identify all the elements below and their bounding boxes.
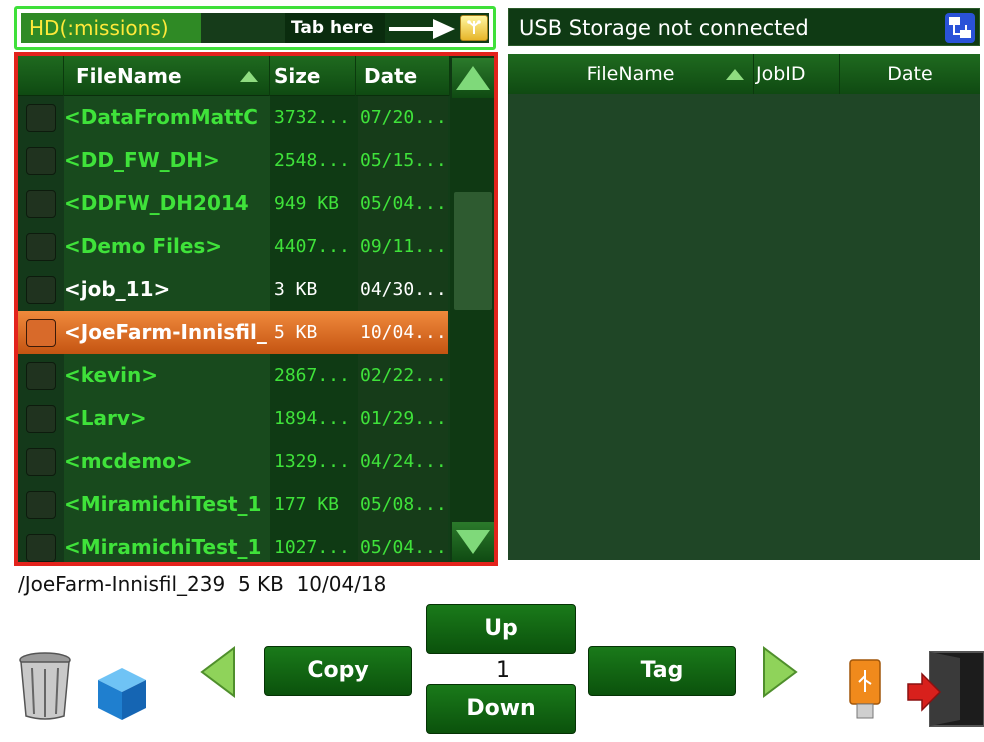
- usb-header-jobid[interactable]: JobID: [754, 54, 840, 94]
- file-size: 1894...: [274, 408, 350, 429]
- tab-hint-label: Tab here: [285, 13, 385, 43]
- triangle-up-icon: [456, 66, 490, 90]
- usb-status-label: USB Storage not connected: [519, 16, 809, 40]
- usb-list-header: FileName JobID Date: [508, 54, 980, 94]
- file-row[interactable]: <DDFW_DH2014 949 KB 05/04...: [18, 182, 448, 225]
- file-name: <job_11>: [64, 277, 171, 301]
- file-date: 05/08...: [360, 494, 447, 515]
- left-arrow-icon[interactable]: [200, 646, 236, 702]
- row-checkbox[interactable]: [26, 491, 56, 519]
- triangle-down-icon: [456, 530, 490, 554]
- file-date: 01/29...: [360, 408, 447, 429]
- file-row[interactable]: <JoeFarm-Innisfil_ 5 KB 10/04...: [18, 311, 448, 354]
- file-date: 05/04...: [360, 537, 447, 558]
- hd-drive-bar[interactable]: HD(:missions) Tab here: [14, 6, 496, 50]
- file-row[interactable]: <kevin> 2867... 02/22...: [18, 354, 448, 397]
- row-checkbox[interactable]: [26, 405, 56, 433]
- file-size: 3 KB: [274, 279, 318, 300]
- file-row[interactable]: <DD_FW_DH> 2548... 05/15...: [18, 139, 448, 182]
- row-checkbox[interactable]: [26, 448, 56, 476]
- file-size: 177 KB: [274, 494, 340, 515]
- usb-drive-icon[interactable]: [848, 658, 882, 724]
- file-date: 02/22...: [360, 365, 447, 386]
- cube-icon[interactable]: [96, 666, 148, 726]
- up-button[interactable]: Up: [426, 604, 576, 654]
- sort-ascending-icon: [240, 71, 258, 82]
- file-row[interactable]: <DataFromMattC 3732... 07/20...: [18, 96, 448, 139]
- file-size: 1329...: [274, 451, 350, 472]
- row-checkbox[interactable]: [26, 233, 56, 261]
- file-row[interactable]: <Larv> 1894... 01/29...: [18, 397, 448, 440]
- file-date: 05/15...: [360, 150, 447, 171]
- file-name: <DD_FW_DH>: [64, 148, 220, 172]
- file-date: 10/04...: [360, 322, 447, 343]
- arrow-right-icon: [389, 19, 455, 39]
- copy-button[interactable]: Copy: [264, 646, 412, 696]
- file-name: <MiramichiTest_1: [64, 535, 262, 559]
- file-size: 4407...: [274, 236, 350, 257]
- header-size[interactable]: Size: [270, 56, 356, 96]
- row-checkbox[interactable]: [26, 147, 56, 175]
- exit-door-icon[interactable]: [904, 650, 984, 732]
- file-date: 09/11...: [360, 236, 447, 257]
- file-row[interactable]: <MiramichiTest_1 177 KB 05/08...: [18, 483, 448, 526]
- row-checkbox[interactable]: [26, 104, 56, 132]
- selected-file-status: /JoeFarm-Innisfil_239 5 KB 10/04/18: [18, 572, 387, 596]
- file-name: <Larv>: [64, 406, 147, 430]
- file-name: <Demo Files>: [64, 234, 223, 258]
- file-name: <MiramichiTest_1: [64, 492, 262, 516]
- sort-ascending-icon: [726, 69, 744, 80]
- row-checkbox[interactable]: [26, 534, 56, 562]
- row-checkbox[interactable]: [26, 362, 56, 390]
- header-check-cell: [18, 56, 64, 96]
- header-filename-label: FileName: [76, 64, 182, 88]
- down-button[interactable]: Down: [426, 684, 576, 734]
- file-date: 04/30...: [360, 279, 447, 300]
- scrollbar[interactable]: [450, 56, 494, 562]
- network-icon[interactable]: [945, 13, 975, 43]
- scroll-up-button[interactable]: [452, 58, 494, 98]
- row-checkbox[interactable]: [26, 319, 56, 347]
- file-row[interactable]: <mcdemo> 1329... 04/24...: [18, 440, 448, 483]
- file-size: 2867...: [274, 365, 350, 386]
- tab-switch-icon[interactable]: [460, 15, 488, 41]
- file-name: <DDFW_DH2014: [64, 191, 249, 215]
- file-size: 949 KB: [274, 193, 340, 214]
- hd-file-list[interactable]: FileName Size Date <DataFromMattC 3732...…: [14, 52, 498, 566]
- scroll-down-button[interactable]: [452, 522, 494, 562]
- hd-drive-label[interactable]: HD(:missions): [21, 13, 201, 43]
- file-name: <mcdemo>: [64, 449, 193, 473]
- file-size: 3732...: [274, 107, 350, 128]
- usb-header-filename[interactable]: FileName: [508, 54, 754, 94]
- file-row[interactable]: <job_11> 3 KB 04/30...: [18, 268, 448, 311]
- list-header: FileName Size Date: [18, 56, 450, 96]
- usb-header-date[interactable]: Date: [840, 54, 980, 94]
- trash-icon[interactable]: [16, 650, 74, 726]
- file-size: 2548...: [274, 150, 350, 171]
- row-checkbox[interactable]: [26, 190, 56, 218]
- file-date: 05/04...: [360, 193, 447, 214]
- header-date[interactable]: Date: [356, 56, 450, 96]
- file-row[interactable]: <Demo Files> 4407... 09/11...: [18, 225, 448, 268]
- usb-header-filename-label: FileName: [586, 63, 675, 85]
- scroll-thumb[interactable]: [454, 192, 492, 310]
- row-checkbox[interactable]: [26, 276, 56, 304]
- file-size: 1027...: [274, 537, 350, 558]
- right-arrow-icon[interactable]: [762, 646, 798, 702]
- usb-file-list[interactable]: FileName JobID Date: [508, 54, 980, 560]
- file-name: <kevin>: [64, 363, 158, 387]
- file-size: 5 KB: [274, 322, 318, 343]
- hd-path-field[interactable]: [201, 13, 285, 43]
- file-date: 04/24...: [360, 451, 447, 472]
- page-number: 1: [496, 658, 510, 683]
- header-filename[interactable]: FileName: [64, 56, 270, 96]
- file-name: <DataFromMattC: [64, 105, 258, 129]
- file-name: <JoeFarm-Innisfil_: [64, 320, 267, 344]
- file-row[interactable]: <MiramichiTest_1 1027... 05/04...: [18, 526, 448, 562]
- file-date: 07/20...: [360, 107, 447, 128]
- usb-storage-bar[interactable]: USB Storage not connected: [508, 8, 980, 46]
- tag-button[interactable]: Tag: [588, 646, 736, 696]
